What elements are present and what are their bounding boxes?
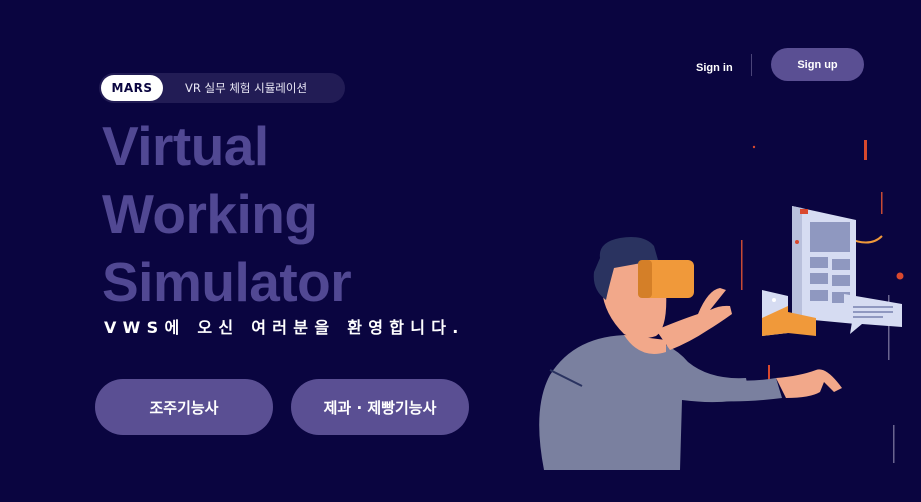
accent-line-red — [864, 140, 867, 160]
sign-in-link[interactable]: Sign in — [696, 62, 733, 74]
accent-dot — [896, 272, 904, 280]
pill-subtitle: VR 실무 체험 시뮬레이션 — [185, 81, 308, 95]
sign-up-button[interactable]: Sign up — [771, 48, 864, 81]
bakery-course-button[interactable]: 제과 · 제빵기능사 — [291, 379, 469, 435]
vr-person-illustration — [539, 140, 904, 470]
accent-line-left — [741, 240, 743, 290]
accent-line-thin — [881, 192, 883, 214]
hero-line-3: Simulator — [102, 251, 352, 313]
nav-divider — [751, 54, 752, 76]
hero-line-2: Working — [102, 183, 318, 245]
accent-line-grey-bottom — [893, 425, 895, 463]
accent-dot-small — [752, 145, 756, 149]
hero-title: Virtual Working Simulator — [102, 112, 352, 316]
floating-chat-card — [844, 294, 902, 334]
welcome-text: VWS에 오신 여러분을 환영합니다. — [104, 318, 465, 337]
bartender-course-button[interactable]: 조주기능사 — [95, 379, 273, 435]
category-pill: MARS VR 실무 체험 시뮬레이션 — [99, 73, 345, 103]
mars-badge[interactable]: MARS — [101, 75, 163, 101]
hero-line-1: Virtual — [102, 115, 269, 177]
